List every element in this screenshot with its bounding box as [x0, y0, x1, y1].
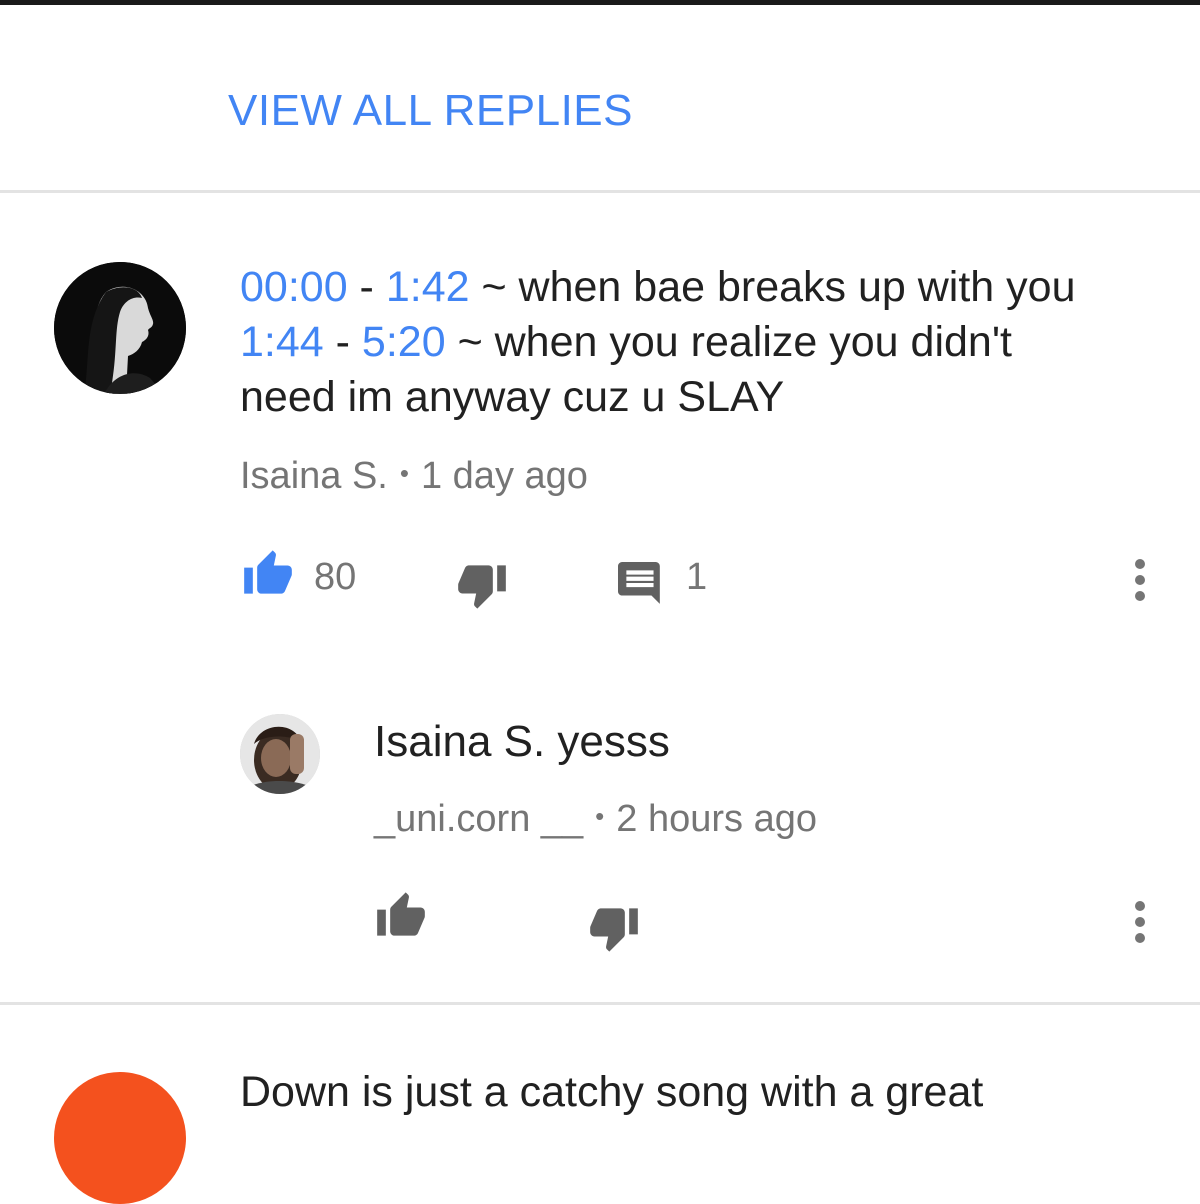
- avatar-selfie-image: [240, 714, 320, 794]
- timestamp-link[interactable]: 00:00: [240, 263, 348, 311]
- reply-avatar[interactable]: [240, 714, 320, 794]
- comment-time: 1 day ago: [420, 455, 588, 497]
- thumbs-up-icon[interactable]: [242, 548, 294, 601]
- thumbs-down-icon[interactable]: [588, 906, 640, 959]
- comment-avatar[interactable]: [54, 262, 186, 394]
- next-comment-avatar[interactable]: [54, 1072, 186, 1204]
- comment-line-3: need im anyway cuz u SLAY: [240, 373, 785, 421]
- comment-line-2: 1:44 - 5:20 ~ when you realize you didn'…: [240, 318, 1012, 366]
- more-vert-icon[interactable]: [1130, 900, 1150, 949]
- thumbs-up-icon[interactable]: [375, 890, 427, 943]
- divider: [0, 190, 1200, 193]
- comment-line-1: 00:00 - 1:42 ~ when bae breaks up with y…: [240, 263, 1076, 311]
- comment-author[interactable]: Isaina S.: [240, 455, 388, 497]
- reply-meta: _uni.corn __ • 2 hours ago: [374, 798, 817, 840]
- view-all-replies-link[interactable]: VIEW ALL REPLIES: [228, 86, 633, 136]
- thumbs-down-icon[interactable]: [456, 563, 508, 616]
- more-vert-icon[interactable]: [1130, 558, 1150, 607]
- top-border: [0, 0, 1200, 5]
- comment-icon[interactable]: [618, 562, 664, 611]
- divider: [0, 1002, 1200, 1005]
- reply-time: 2 hours ago: [616, 798, 817, 840]
- like-count: 80: [314, 556, 357, 598]
- timestamp-link[interactable]: 5:20: [362, 318, 446, 366]
- reply-text: Isaina S. yesss: [374, 717, 670, 766]
- timestamp-link[interactable]: 1:42: [386, 263, 470, 311]
- timestamp-link[interactable]: 1:44: [240, 318, 324, 366]
- reply-author[interactable]: _uni.corn __: [374, 798, 583, 840]
- avatar-portrait-image: [54, 262, 186, 394]
- reply-count: 1: [686, 556, 708, 598]
- comment-meta: Isaina S. • 1 day ago: [240, 455, 588, 497]
